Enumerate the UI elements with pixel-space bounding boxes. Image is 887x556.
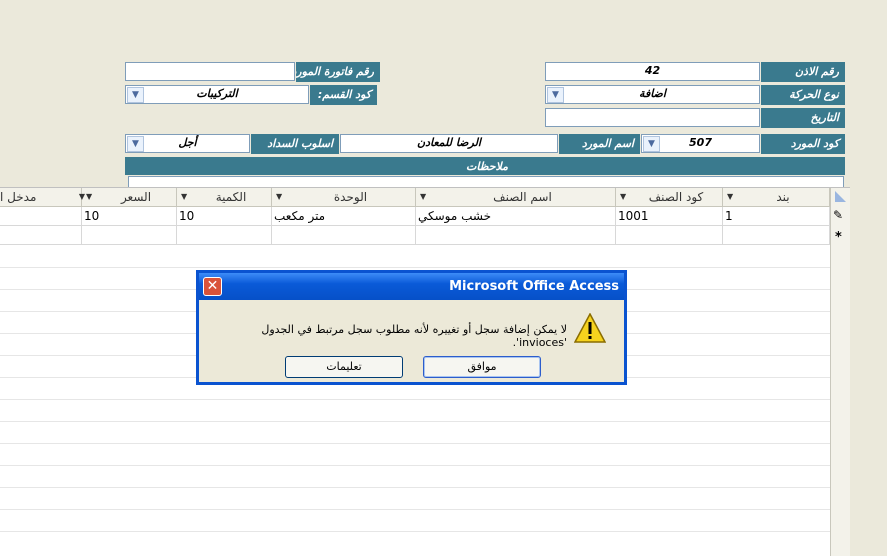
section-code-label: كود القسم: [310, 85, 377, 105]
payment-method-dropdown-icon[interactable]: ▼ [127, 136, 144, 152]
supplier-name-label: اسم المورد [559, 134, 640, 154]
warning-icon [574, 313, 606, 343]
new-row-asterisk-icon: * [835, 230, 842, 245]
chevron-down-icon[interactable]: ▼ [79, 188, 85, 206]
supplier-code-label: كود المورد [761, 134, 845, 154]
select-all-corner[interactable] [830, 188, 850, 207]
col-header-item[interactable]: ▼ بند [723, 188, 830, 207]
error-dialog[interactable]: Microsoft Office Access ✕ لا يمكن إضافة … [196, 270, 627, 385]
new-cell-qty[interactable] [177, 226, 272, 245]
grid-line [0, 399, 830, 400]
cell-price[interactable]: 10 [82, 207, 177, 226]
section-code-select[interactable]: التركيبات [125, 85, 309, 104]
movement-type-dropdown-icon[interactable]: ▼ [547, 87, 564, 103]
dialog-titlebar[interactable]: Microsoft Office Access [199, 273, 624, 300]
col-header-price-label: السعر [120, 190, 152, 204]
supplier-invoice-label: رقم فاتورة المورد [296, 62, 380, 82]
notes-label: ملاحظات [125, 157, 845, 175]
new-cell-entered-by[interactable] [0, 226, 82, 245]
grid-line [0, 531, 830, 532]
supplier-invoice-field[interactable] [125, 62, 295, 81]
payment-method-value: أجل [178, 136, 197, 149]
chevron-down-icon[interactable]: ▼ [181, 188, 187, 206]
dialog-title: Microsoft Office Access [449, 279, 619, 294]
ok-button[interactable]: موافق [423, 356, 541, 378]
col-header-entered-by-label: مدخل ا [0, 190, 37, 204]
new-cell-price[interactable] [82, 226, 177, 245]
cell-item[interactable]: 1 [723, 207, 830, 226]
cell-qty[interactable]: 10 [177, 207, 272, 226]
cell-code[interactable]: 1001 [616, 207, 723, 226]
supplier-name-field[interactable]: الرضا للمعادن [340, 134, 558, 153]
new-cell-unit[interactable] [272, 226, 416, 245]
col-header-unit[interactable]: ▼ الوحدة [272, 188, 416, 207]
grid-line [0, 267, 830, 268]
cell-unit[interactable]: متر مكعب [272, 207, 416, 226]
col-header-code[interactable]: ▼ كود الصنف [616, 188, 723, 207]
section-code-dropdown-icon[interactable]: ▼ [127, 87, 144, 103]
movement-type-value: اضافة [639, 87, 666, 100]
chevron-down-icon[interactable]: ▼ [727, 188, 733, 206]
new-cell-name[interactable] [416, 226, 616, 245]
col-header-unit-label: الوحدة [333, 190, 368, 204]
dialog-message: لا يمكن إضافة سجل أو تغييره لأنه مطلوب س… [261, 323, 567, 349]
permit-no-field[interactable]: 42 [545, 62, 760, 81]
chevron-down-icon[interactable]: ▼ [620, 188, 626, 206]
grid-line [0, 509, 830, 510]
col-header-qty[interactable]: ▼ الكمية [177, 188, 272, 207]
grid-line [0, 487, 830, 488]
payment-method-label: اسلوب السداد [251, 134, 339, 154]
close-icon[interactable]: ✕ [203, 277, 222, 296]
new-cell-code[interactable] [616, 226, 723, 245]
col-header-price[interactable]: ▼ السعر [82, 188, 177, 207]
grid-line [0, 421, 830, 422]
select-all-icon [835, 191, 846, 202]
col-header-code-label: كود الصنف [648, 190, 704, 204]
edit-pencil-icon: ✎ [833, 208, 844, 222]
grid-line [0, 465, 830, 466]
col-header-name-label: اسم الصنف [493, 190, 552, 204]
cell-entered-by[interactable] [0, 207, 82, 226]
col-header-entered-by[interactable]: ▼ مدخل ا [0, 188, 85, 207]
row-selector-column[interactable] [830, 207, 850, 556]
movement-type-label: نوع الحركة [761, 85, 845, 105]
chevron-down-icon[interactable]: ▼ [276, 188, 282, 206]
permit-no-label: رقم الاذن [761, 62, 845, 82]
chevron-down-icon[interactable]: ▼ [420, 188, 426, 206]
col-header-qty-label: الكمية [215, 190, 247, 204]
supplier-code-value: 507 [689, 136, 712, 149]
help-button[interactable]: تعليمات [285, 356, 403, 378]
date-field[interactable] [545, 108, 760, 127]
col-header-item-label: بند [776, 190, 790, 204]
col-header-name[interactable]: ▼ اسم الصنف [416, 188, 616, 207]
date-label: التاريخ [761, 108, 845, 128]
new-cell-item[interactable] [723, 226, 830, 245]
movement-type-select[interactable]: اضافة [545, 85, 760, 104]
section-code-value: التركيبات [196, 87, 238, 100]
supplier-code-dropdown-icon[interactable]: ▼ [643, 136, 660, 152]
grid-line [0, 443, 830, 444]
chevron-down-icon[interactable]: ▼ [86, 188, 92, 206]
cell-name[interactable]: خشب موسكي [416, 207, 616, 226]
